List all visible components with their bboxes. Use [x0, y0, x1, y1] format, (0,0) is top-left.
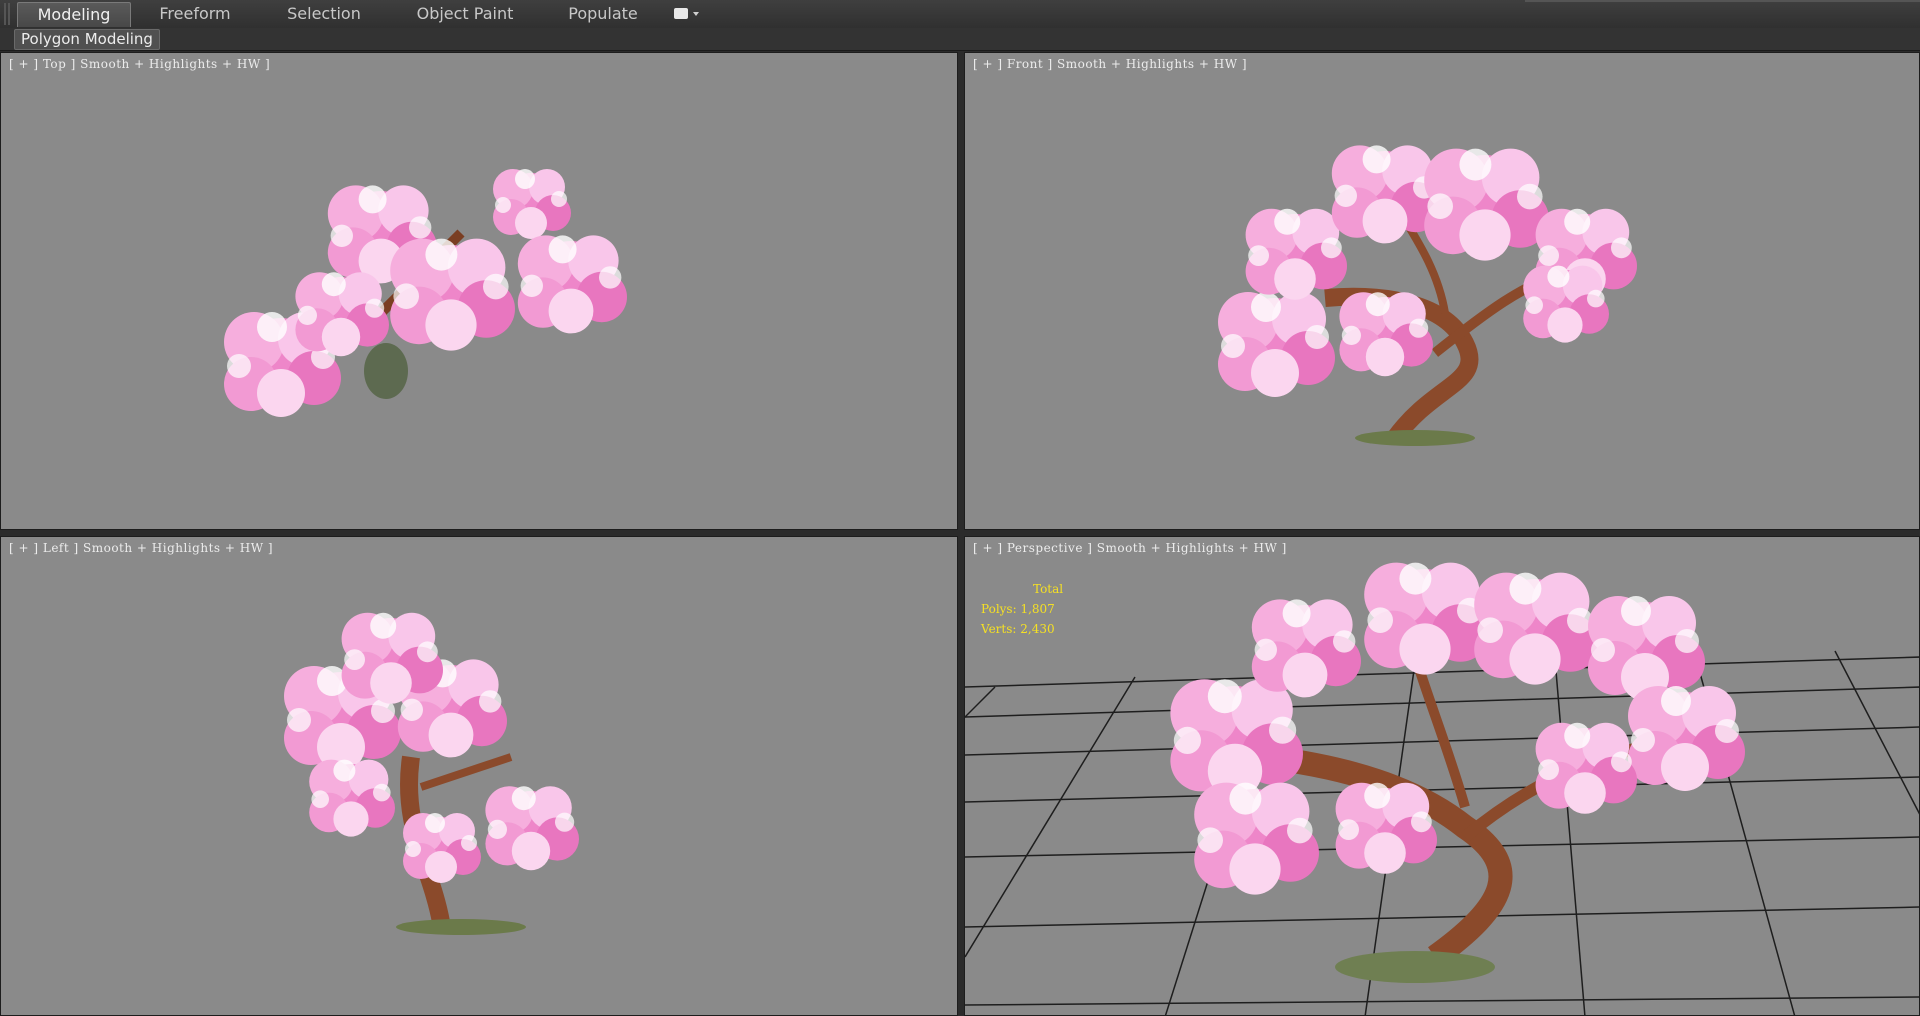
tab-freeform[interactable]: Freeform	[139, 2, 251, 26]
perspective-grid	[965, 562, 1919, 1015]
tab-modeling[interactable]: Modeling	[17, 2, 131, 27]
stats-polys: Polys: 1,807	[981, 602, 1055, 616]
ribbon-edge	[1525, 0, 1920, 2]
scene-statistics: Total Polys: 1,807 Verts: 2,430	[981, 579, 1063, 639]
tree-top-view	[224, 169, 627, 417]
tab-populate[interactable]: Populate	[547, 2, 659, 26]
stats-verts: Verts: 2,430	[981, 622, 1055, 636]
ribbon-grip[interactable]	[4, 3, 10, 25]
ribbon-options-icon	[674, 8, 688, 19]
viewport-top[interactable]: [ + ] Top ] Smooth + Highlights + HW ]	[0, 52, 958, 530]
tab-selection[interactable]: Selection	[268, 2, 380, 26]
viewport-perspective[interactable]: [ + ] Perspective ] Smooth + Highlights …	[964, 536, 1920, 1016]
viewport-front[interactable]: [ + ] Front ] Smooth + Highlights + HW ]	[964, 52, 1920, 530]
ribbon-tab-bar: Modeling Freeform Selection Object Paint…	[0, 0, 1920, 29]
stats-header: Total	[1033, 582, 1064, 596]
tree-front-view	[1218, 145, 1637, 446]
tab-object-paint[interactable]: Object Paint	[405, 2, 525, 26]
ribbon-options-dropdown[interactable]	[674, 8, 700, 22]
polygon-modeling-button[interactable]: Polygon Modeling	[14, 29, 160, 50]
tree-left-view	[284, 612, 579, 935]
ribbon-panel-bar: Polygon Modeling	[0, 28, 1920, 51]
viewport-left[interactable]: [ + ] Left ] Smooth + Highlights + HW ]	[0, 536, 958, 1016]
chevron-down-icon	[693, 12, 699, 16]
